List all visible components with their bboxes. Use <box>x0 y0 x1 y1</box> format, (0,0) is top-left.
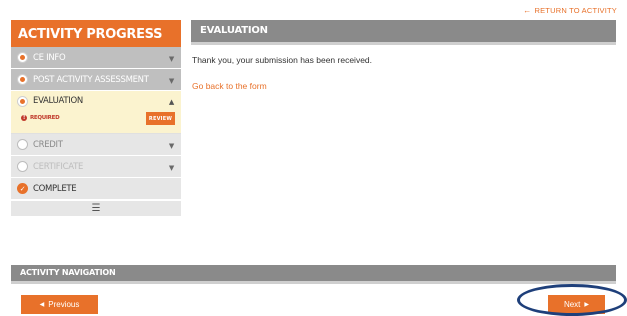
chevron-down-icon: ▼ <box>168 77 174 85</box>
step-complete[interactable]: ✓ COMPLETE <box>11 178 181 200</box>
required-indicator: ! REQUIRED <box>21 115 60 121</box>
checkmark-icon: ✓ <box>17 183 28 194</box>
return-to-activity-link[interactable]: ← RETURN TO ACTIVITY <box>523 6 617 15</box>
chevron-down-icon: ▼ <box>168 142 174 150</box>
activity-navigation-title: ACTIVITY NAVIGATION <box>11 265 616 281</box>
step-label: CE INFO <box>33 52 66 63</box>
required-label: REQUIRED <box>30 115 60 121</box>
back-to-form-link[interactable]: Go back to the form <box>192 81 267 91</box>
review-button[interactable]: REVIEW <box>146 112 175 125</box>
next-button-highlight-ring <box>517 284 627 316</box>
step-status-radio-icon <box>17 139 28 150</box>
sidebar-title: ACTIVITY PROGRESS <box>11 20 181 47</box>
step-status-radio-icon <box>17 96 28 107</box>
arrow-left-icon: ← <box>523 6 532 15</box>
step-label: POST ACTIVITY ASSESSMENT <box>33 74 149 85</box>
chevron-up-icon: ▲ <box>168 98 174 106</box>
activity-progress-sidebar: ACTIVITY PROGRESS CE INFO ▼ POST ACTIVIT… <box>11 20 181 216</box>
previous-label: Previous <box>48 300 80 309</box>
step-label: COMPLETE <box>33 183 77 194</box>
chevron-down-icon: ▼ <box>168 164 174 172</box>
step-post-activity-assessment[interactable]: POST ACTIVITY ASSESSMENT ▼ <box>11 69 181 91</box>
chevron-down-icon: ▼ <box>168 55 174 63</box>
page-title: EVALUATION <box>191 20 616 45</box>
navigation-divider <box>11 281 616 284</box>
step-ce-info[interactable]: CE INFO ▼ <box>11 47 181 69</box>
step-credit[interactable]: CREDIT ▼ <box>11 134 181 156</box>
step-label: CREDIT <box>33 139 63 150</box>
step-certificate: CERTIFICATE ▼ <box>11 156 181 178</box>
step-label: CERTIFICATE <box>33 161 84 172</box>
sidebar-menu-toggle[interactable]: ☰ <box>11 200 181 216</box>
alert-icon: ! <box>21 115 27 121</box>
step-status-radio-icon <box>17 74 28 85</box>
triangle-left-icon: ◀ <box>39 302 45 308</box>
step-label: EVALUATION <box>33 96 83 106</box>
return-to-activity-label: RETURN TO ACTIVITY <box>534 6 617 15</box>
hamburger-icon: ☰ <box>91 203 101 214</box>
step-evaluation[interactable]: EVALUATION ▲ ! REQUIRED REVIEW <box>11 91 181 134</box>
step-status-radio-icon <box>17 52 28 63</box>
step-status-radio-icon <box>17 161 28 172</box>
previous-button[interactable]: ◀ Previous <box>21 295 98 314</box>
submission-confirmation: Thank you, your submission has been rece… <box>192 55 373 65</box>
